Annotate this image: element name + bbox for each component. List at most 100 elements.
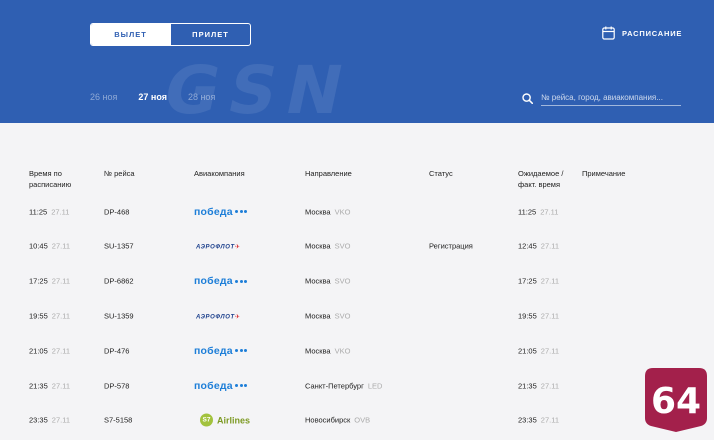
flight-search <box>522 90 682 106</box>
scheduled-time: 11:25 27.11 <box>29 207 69 216</box>
flight-number: S7-5158 <box>104 416 132 425</box>
pobeda-dots <box>234 275 248 287</box>
city: Москва <box>305 346 331 356</box>
time: 21:35 <box>29 381 48 390</box>
direction: Новосибирск OVB <box>305 416 370 425</box>
time: 19:55 <box>518 311 537 321</box>
expected-time: 17:25 27.11 <box>518 277 559 286</box>
expected-time: 23:35 27.11 <box>518 416 559 425</box>
time: 23:35 <box>518 415 537 425</box>
city: Санкт-Петербург <box>305 381 364 390</box>
time: 19:55 <box>29 311 48 321</box>
col-scheduled-time: Время по расписанию <box>29 168 71 190</box>
date: 27.11 <box>540 311 559 321</box>
flight-number: DP-6862 <box>104 277 134 286</box>
date: 27.11 <box>51 346 70 356</box>
s7-wordmark: Airlines <box>217 415 251 426</box>
city: Москва <box>305 241 331 251</box>
s7-logo: S7 Airlines <box>200 413 251 427</box>
calendar-icon <box>602 26 615 40</box>
time: 21:05 <box>29 346 48 356</box>
col-flight-number: № рейса <box>104 169 135 178</box>
date: 27.11 <box>540 241 559 251</box>
departure-tab[interactable]: ВЫЛЕТ <box>91 24 170 45</box>
arrival-tab[interactable]: ПРИЛЕТ <box>170 24 250 45</box>
flight-code: SU-1357 <box>104 241 134 251</box>
time: 12:45 <box>518 241 537 251</box>
search-input[interactable] <box>541 90 681 106</box>
s7-mark: S7 <box>200 413 213 427</box>
expected-time: 21:05 27.11 <box>518 346 559 355</box>
flight-board: Время по расписанию № рейса Авиакомпания… <box>0 123 714 440</box>
status: Регистрация <box>429 242 473 251</box>
search-icon[interactable] <box>522 92 533 104</box>
direction-toggle: ВЫЛЕТ ПРИЛЕТ <box>90 23 251 46</box>
col-scheduled-time-line2: расписанию <box>29 180 72 189</box>
pobeda-dots <box>234 380 248 392</box>
pobeda-dots <box>234 345 248 357</box>
airport-code: OVB <box>354 415 371 425</box>
pobeda-wordmark: победа <box>194 275 233 288</box>
time: 17:25 <box>29 276 48 286</box>
time: 23:35 <box>29 415 48 425</box>
table-row[interactable]: 23:35 27.11 S7-5158 S7 Airlines Новосибирск OV… <box>0 403 714 438</box>
pobeda-wordmark: победа <box>194 344 233 357</box>
pobeda-logo: победа <box>194 275 248 288</box>
aeroflot-wing-icon: ✈ <box>234 314 241 321</box>
date: 27.11 <box>51 276 70 286</box>
direction: Москва VKO <box>305 207 350 216</box>
direction: Москва SVO <box>305 311 350 320</box>
time: 17:25 <box>518 276 537 286</box>
flight-number: SU-1357 <box>104 242 134 251</box>
schedule-link[interactable]: РАСПИСАНИЕ <box>602 26 682 40</box>
expected-time: 11:25 27.11 <box>518 207 558 216</box>
flight-code: DP-6862 <box>104 276 134 286</box>
flight-number: DP-476 <box>104 346 129 355</box>
airport-code: SVO <box>334 276 351 286</box>
table-row[interactable]: 19:55 27.11 SU-1359 АЭРОФЛОТ✈ Москва SVO 19:55… <box>0 298 714 333</box>
date-yesterday[interactable]: 26 ноя <box>90 92 117 102</box>
table-row[interactable]: 17:25 27.11 DP-6862 победа Москва SVO 17:25 27.… <box>0 264 714 299</box>
flight-code: SU-1359 <box>104 311 134 321</box>
date: 27.11 <box>540 415 559 425</box>
channel-64-label: 64 <box>651 381 701 422</box>
aeroflot-logo: АЭРОФЛОТ✈ <box>196 242 240 251</box>
date: 27.11 <box>51 311 70 321</box>
time: 10:45 <box>29 241 48 251</box>
table-row[interactable]: 21:05 27.11 DP-476 победа Москва VKO 21:05 27.1… <box>0 333 714 368</box>
direction: Москва VKO <box>305 346 350 355</box>
date: 27.11 <box>51 381 70 390</box>
city: Москва <box>305 311 331 321</box>
date: 27.11 <box>51 207 70 216</box>
schedule-label: РАСПИСАНИЕ <box>622 28 683 38</box>
col-scheduled-time-line1: Время по <box>29 169 62 178</box>
date: 27.11 <box>51 415 70 425</box>
col-note: Примечание <box>582 169 626 178</box>
date: 27.11 <box>540 276 559 286</box>
flight-number: DP-468 <box>104 207 129 216</box>
date-tomorrow[interactable]: 28 ноя <box>188 92 215 102</box>
channel-64-badge: 64 <box>645 368 707 432</box>
direction: Москва SVO <box>305 277 350 286</box>
flight-number: SU-1359 <box>104 311 134 320</box>
flight-code: DP-578 <box>104 381 130 390</box>
expected-time: 19:55 27.11 <box>518 311 559 320</box>
flight-code: DP-476 <box>104 346 130 356</box>
date-today[interactable]: 27 ноя <box>138 92 167 102</box>
scheduled-time: 21:35 27.11 <box>29 381 70 390</box>
city: Москва <box>305 207 331 216</box>
table-row[interactable]: 10:45 27.11 SU-1357 АЭРОФЛОТ✈ Москва SVO Регис… <box>0 229 714 264</box>
table-row[interactable]: 21:35 27.11 DP-578 победа Санкт-Петербург LED… <box>0 368 714 403</box>
scheduled-time: 21:05 27.11 <box>29 346 70 355</box>
scheduled-time: 19:55 27.11 <box>29 311 70 320</box>
aeroflot-wordmark: АЭРОФЛОТ <box>196 314 235 321</box>
pobeda-logo: победа <box>194 206 248 218</box>
time: 11:25 <box>29 207 48 216</box>
airport-code: SVO <box>334 311 351 321</box>
date-selector: 26 ноя 27 ноя 28 ноя <box>90 92 215 102</box>
expected-time: 21:35 27.11 <box>518 381 559 390</box>
direction: Санкт-Петербург LED <box>305 381 382 390</box>
table-row[interactable]: 11:25 27.11 DP-468 победа Москва VKO 11:25 27.1… <box>0 194 714 229</box>
airport-code: LED <box>367 381 383 390</box>
pobeda-wordmark: победа <box>194 379 233 392</box>
